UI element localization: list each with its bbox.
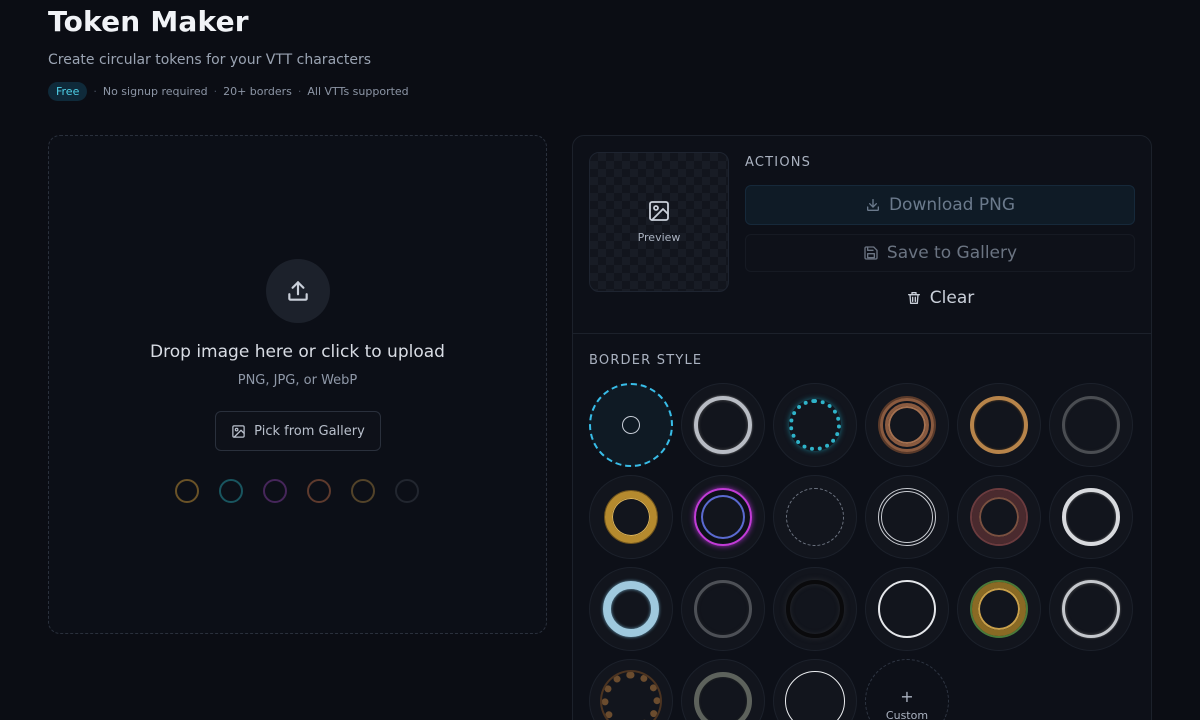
border-option-thorns[interactable] xyxy=(865,383,949,467)
border-option-platinum[interactable] xyxy=(1049,567,1133,651)
border-option-neon-tech[interactable] xyxy=(681,475,765,559)
image-icon xyxy=(232,424,245,438)
border-ring-preview xyxy=(1062,580,1120,638)
border-option-silver-thick[interactable] xyxy=(681,383,765,467)
border-ring-preview xyxy=(970,396,1028,454)
panel-divider xyxy=(573,333,1151,334)
tag-separator: · xyxy=(213,85,218,98)
border-hint-ring xyxy=(263,479,287,503)
tag-vtts: All VTTs supported xyxy=(307,85,409,98)
pick-from-gallery-button[interactable]: Pick from Gallery xyxy=(215,411,381,451)
download-label: Download PNG xyxy=(888,195,1016,215)
preview-label: Preview xyxy=(637,231,681,244)
border-hint-rings xyxy=(175,479,419,503)
border-option-iron[interactable] xyxy=(681,567,765,651)
border-ring-preview xyxy=(694,488,752,546)
custom-border-label: Custom xyxy=(885,708,929,720)
download-png-button[interactable]: Download PNG xyxy=(745,185,1135,225)
border-option-shadow[interactable] xyxy=(773,567,857,651)
border-ring-preview xyxy=(789,399,841,451)
token-panel: Preview ACTIONS Download PNG Save to Gal… xyxy=(572,135,1152,720)
gallery-button-label: Pick from Gallery xyxy=(254,423,365,439)
border-ring-preview xyxy=(605,491,657,543)
actions-heading: ACTIONS xyxy=(745,155,812,170)
feature-tags: Free · No signup required · 20+ borders … xyxy=(48,82,409,101)
border-hint-ring xyxy=(351,479,375,503)
save-label: Save to Gallery xyxy=(886,243,1018,263)
border-ring-preview xyxy=(602,672,660,720)
border-option-none[interactable] xyxy=(589,383,673,467)
border-style-heading: BORDER STYLE xyxy=(589,353,703,368)
border-hint-ring xyxy=(219,479,243,503)
image-placeholder-icon xyxy=(649,201,669,221)
plus-icon: + xyxy=(900,686,914,706)
border-ring-preview xyxy=(694,396,752,454)
tag-separator: · xyxy=(297,85,302,98)
border-ring-preview xyxy=(786,580,844,638)
clear-button[interactable]: Clear xyxy=(745,280,1135,316)
save-to-gallery-button[interactable]: Save to Gallery xyxy=(745,234,1135,272)
page-subtitle: Create circular tokens for your VTT char… xyxy=(48,52,371,68)
border-ring-preview xyxy=(878,580,936,638)
border-ring-preview xyxy=(972,490,1026,544)
trash-icon xyxy=(907,292,920,304)
upload-icon xyxy=(288,281,308,301)
border-ring-preview xyxy=(694,672,752,720)
border-hint-ring xyxy=(395,479,419,503)
border-option-runic-cyan[interactable] xyxy=(773,383,857,467)
border-ring-preview xyxy=(786,488,844,546)
border-ring-preview xyxy=(603,581,659,637)
border-ring-preview xyxy=(880,398,934,452)
token-preview: Preview xyxy=(589,152,729,292)
border-option-stone[interactable] xyxy=(681,659,765,720)
border-ring-preview xyxy=(878,488,936,546)
save-icon xyxy=(864,246,878,260)
border-ring-preview xyxy=(785,671,845,720)
border-ring-preview xyxy=(1062,488,1120,546)
border-ring-preview xyxy=(1062,396,1120,454)
tag-no-signup: No signup required xyxy=(102,85,208,98)
page-title: Token Maker xyxy=(48,5,249,38)
upload-icon-wrap xyxy=(266,259,330,323)
border-option-steel-dark[interactable] xyxy=(1049,383,1133,467)
tag-borders: 20+ borders xyxy=(223,85,292,98)
free-badge: Free xyxy=(48,82,88,101)
page-header: Token Maker Create circular tokens for y… xyxy=(48,4,409,101)
no-border-icon xyxy=(622,416,640,434)
upload-dropzone[interactable]: Drop image here or click to upload PNG, … xyxy=(48,135,547,634)
download-icon xyxy=(866,199,879,211)
dropzone-title: Drop image here or click to upload xyxy=(150,342,445,362)
border-option-vines[interactable] xyxy=(589,659,673,720)
border-style-grid: + Custom xyxy=(589,383,1133,720)
border-option-white-thick[interactable] xyxy=(1049,475,1133,559)
border-option-white-line[interactable] xyxy=(773,659,857,720)
border-option-white-thin[interactable] xyxy=(865,567,949,651)
border-option-bronze[interactable] xyxy=(957,383,1041,467)
border-option-jeweled-gold[interactable] xyxy=(957,567,1041,651)
dropzone-formats: PNG, JPG, or WebP xyxy=(237,373,358,388)
border-ring-preview xyxy=(972,582,1026,636)
border-option-double-thin[interactable] xyxy=(865,475,949,559)
border-hint-ring xyxy=(175,479,199,503)
custom-border-button[interactable]: + Custom xyxy=(865,659,949,720)
clear-label: Clear xyxy=(929,288,975,308)
border-option-dashed[interactable] xyxy=(773,475,857,559)
border-hint-ring xyxy=(307,479,331,503)
tag-separator: · xyxy=(93,85,97,98)
border-option-dark-ornate[interactable] xyxy=(957,475,1041,559)
border-option-ice[interactable] xyxy=(589,567,673,651)
border-ring-preview xyxy=(694,580,752,638)
border-option-gold-braided[interactable] xyxy=(589,475,673,559)
